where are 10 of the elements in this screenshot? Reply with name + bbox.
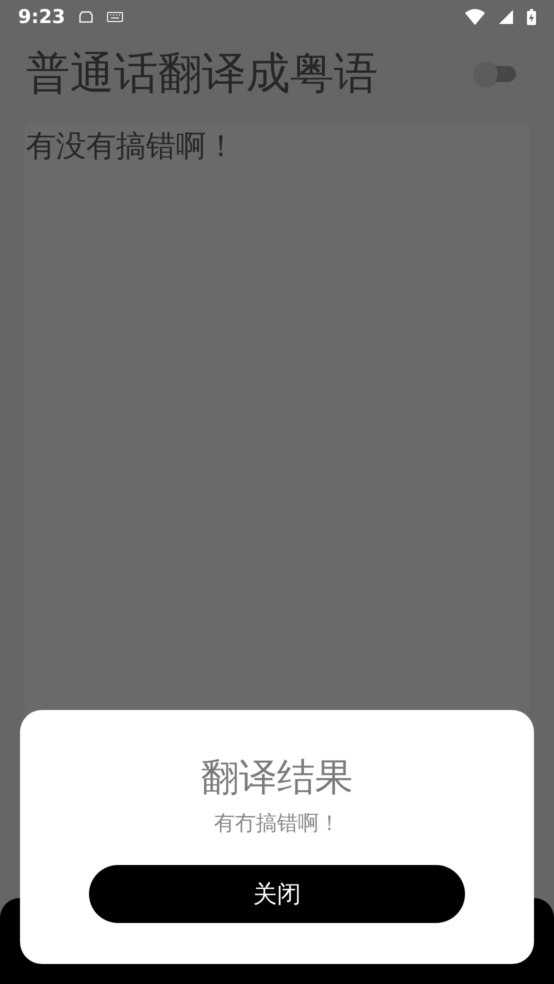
app-title: 普通话翻译成粤语 xyxy=(26,52,378,96)
dialog-message: 有冇搞错啊！ xyxy=(214,810,340,836)
close-button[interactable]: 关闭 xyxy=(89,865,465,923)
keyboard-icon xyxy=(107,12,124,22)
signal-icon xyxy=(499,10,513,24)
wifi-icon xyxy=(465,9,485,25)
dialog-title: 翻译结果 xyxy=(201,754,353,801)
battery-icon xyxy=(527,9,536,25)
notification-icon xyxy=(79,11,94,23)
status-time: 9:23 xyxy=(18,4,66,30)
